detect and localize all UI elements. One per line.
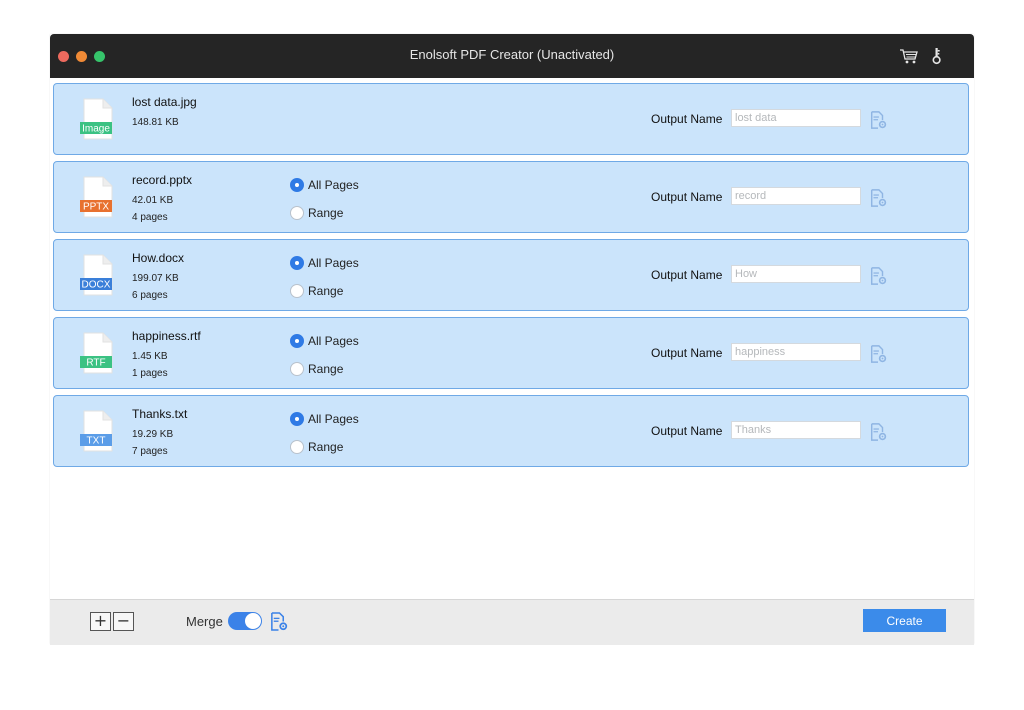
file-settings-icon[interactable] — [869, 423, 887, 441]
file-row-4: RTF happiness.rtf 1.45 KB 1 pages All Pa… — [53, 317, 969, 389]
radio-button[interactable] — [290, 334, 304, 348]
range-label: Range — [308, 206, 344, 220]
file-list: Image lost data.jpg 148.81 KB Output Nam… — [53, 83, 969, 473]
file-type-icon: RTF — [80, 332, 113, 374]
all-pages-radio[interactable]: All Pages — [290, 411, 359, 427]
output-name-input[interactable] — [731, 421, 861, 439]
merge-settings-icon[interactable] — [269, 612, 288, 631]
output-name-label: Output Name — [651, 346, 723, 360]
file-type-icon: DOCX — [80, 254, 113, 296]
file-settings-icon[interactable] — [869, 267, 887, 285]
all-pages-label: All Pages — [308, 178, 359, 192]
file-size: 1.45 KB — [132, 351, 168, 362]
bottom-bar: + − Merge Create — [50, 599, 974, 645]
output-name-label: Output Name — [651, 190, 723, 204]
file-type-icon: Image — [80, 98, 113, 140]
range-radio[interactable]: Range — [290, 205, 343, 221]
all-pages-radio[interactable]: All Pages — [290, 333, 359, 349]
output-name-input[interactable] — [731, 187, 861, 205]
radio-button[interactable] — [290, 362, 304, 376]
file-name: record.pptx — [132, 173, 193, 187]
svg-text:Image: Image — [82, 124, 110, 135]
file-row-1: Image lost data.jpg 148.81 KB Output Nam… — [53, 83, 969, 155]
svg-text:DOCX: DOCX — [82, 280, 111, 291]
output-name-label: Output Name — [651, 268, 723, 282]
file-pages: 1 pages — [132, 368, 168, 379]
radio-button[interactable] — [290, 412, 304, 426]
file-type-icon: PPTX — [80, 176, 113, 218]
title-bar: Enolsoft PDF Creator (Unactivated) — [50, 34, 974, 78]
range-radio[interactable]: Range — [290, 283, 343, 299]
svg-text:TXT: TXT — [87, 436, 106, 447]
range-label: Range — [308, 284, 344, 298]
file-name: lost data.jpg — [132, 95, 197, 109]
file-size: 42.01 KB — [132, 195, 174, 206]
remove-file-button[interactable]: − — [113, 612, 134, 631]
file-row-3: DOCX How.docx 199.07 KB 6 pages All Page… — [53, 239, 969, 311]
svg-text:PPTX: PPTX — [83, 202, 109, 213]
range-radio[interactable]: Range — [290, 439, 343, 455]
file-settings-icon[interactable] — [869, 189, 887, 207]
file-size: 199.07 KB — [132, 273, 179, 284]
output-name-label: Output Name — [651, 424, 723, 438]
cart-icon[interactable] — [899, 46, 919, 66]
svg-text:RTF: RTF — [86, 358, 105, 369]
file-name: How.docx — [132, 251, 185, 265]
all-pages-radio[interactable]: All Pages — [290, 177, 359, 193]
radio-button[interactable] — [290, 206, 304, 220]
radio-button[interactable] — [290, 256, 304, 270]
window-title: Enolsoft PDF Creator (Unactivated) — [409, 47, 615, 62]
file-pages: 4 pages — [132, 212, 168, 223]
output-name-input[interactable] — [731, 265, 861, 283]
file-row-2: PPTX record.pptx 42.01 KB 4 pages All Pa… — [53, 161, 969, 233]
file-size: 148.81 KB — [132, 117, 179, 128]
all-pages-radio[interactable]: All Pages — [290, 255, 359, 271]
create-button[interactable]: Create — [863, 609, 946, 632]
toggle-knob — [245, 613, 261, 629]
file-settings-icon[interactable] — [869, 345, 887, 363]
all-pages-label: All Pages — [308, 256, 359, 270]
output-name-input[interactable] — [731, 343, 861, 361]
merge-toggle[interactable] — [228, 612, 262, 630]
all-pages-label: All Pages — [308, 334, 359, 348]
file-pages: 6 pages — [132, 290, 168, 301]
key-icon[interactable] — [927, 46, 947, 66]
range-radio[interactable]: Range — [290, 361, 343, 377]
all-pages-label: All Pages — [308, 412, 359, 426]
radio-button[interactable] — [290, 178, 304, 192]
radio-button[interactable] — [290, 440, 304, 454]
app-window: Enolsoft PDF Creator (Unactivated) Image… — [50, 34, 974, 645]
file-size: 19.29 KB — [132, 429, 174, 440]
add-file-button[interactable]: + — [90, 612, 111, 631]
file-pages: 7 pages — [132, 446, 168, 457]
file-type-icon: TXT — [80, 410, 113, 452]
output-name-label: Output Name — [651, 112, 723, 126]
merge-label: Merge — [186, 614, 223, 629]
file-row-5: TXT Thanks.txt 19.29 KB 7 pages All Page… — [53, 395, 969, 467]
range-label: Range — [308, 440, 344, 454]
file-name: Thanks.txt — [132, 407, 188, 421]
output-name-input[interactable] — [731, 109, 861, 127]
file-settings-icon[interactable] — [869, 111, 887, 129]
range-label: Range — [308, 362, 344, 376]
file-name: happiness.rtf — [132, 329, 201, 343]
radio-button[interactable] — [290, 284, 304, 298]
